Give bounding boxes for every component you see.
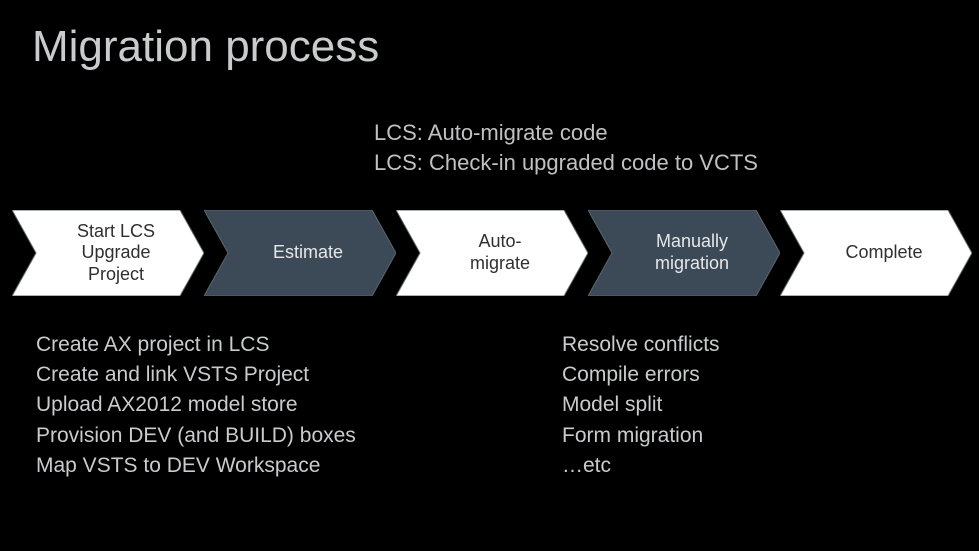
chevron-label: Manuallymigration: [629, 231, 739, 274]
slide-title: Migration process: [32, 22, 379, 72]
process-chevron-row: Start LCSUpgradeProject Estimate Auto-migr…: [12, 210, 972, 296]
note-line: Model split: [562, 390, 720, 420]
subtitle-block: LCS: Auto-migrate code LCS: Check-in upg…: [374, 118, 758, 177]
chevron-label: Auto-migrate: [444, 231, 540, 274]
note-line: Provision DEV (and BUILD) boxes: [36, 421, 356, 451]
chevron-label: Complete: [819, 242, 932, 264]
subtitle-line-2: LCS: Check-in upgraded code to VCTS: [374, 148, 758, 178]
note-line: Create and link VSTS Project: [36, 360, 356, 390]
subtitle-line-1: LCS: Auto-migrate code: [374, 118, 758, 148]
chevron-step-3: Manuallymigration: [588, 210, 780, 296]
note-line: …etc: [562, 451, 720, 481]
note-line: Form migration: [562, 421, 720, 451]
chevron-step-2: Auto-migrate: [396, 210, 588, 296]
notes-left: Create AX project in LCSCreate and link …: [36, 330, 356, 481]
note-line: Upload AX2012 model store: [36, 390, 356, 420]
note-line: Map VSTS to DEV Workspace: [36, 451, 356, 481]
chevron-label: Estimate: [247, 242, 353, 264]
note-line: Create AX project in LCS: [36, 330, 356, 360]
chevron-step-4: Complete: [780, 210, 972, 296]
notes-right: Resolve conflictsCompile errorsModel spl…: [562, 330, 720, 481]
note-line: Compile errors: [562, 360, 720, 390]
chevron-step-1: Estimate: [204, 210, 396, 296]
note-line: Resolve conflicts: [562, 330, 720, 360]
chevron-step-0: Start LCSUpgradeProject: [12, 210, 204, 296]
chevron-label: Start LCSUpgradeProject: [51, 221, 165, 286]
